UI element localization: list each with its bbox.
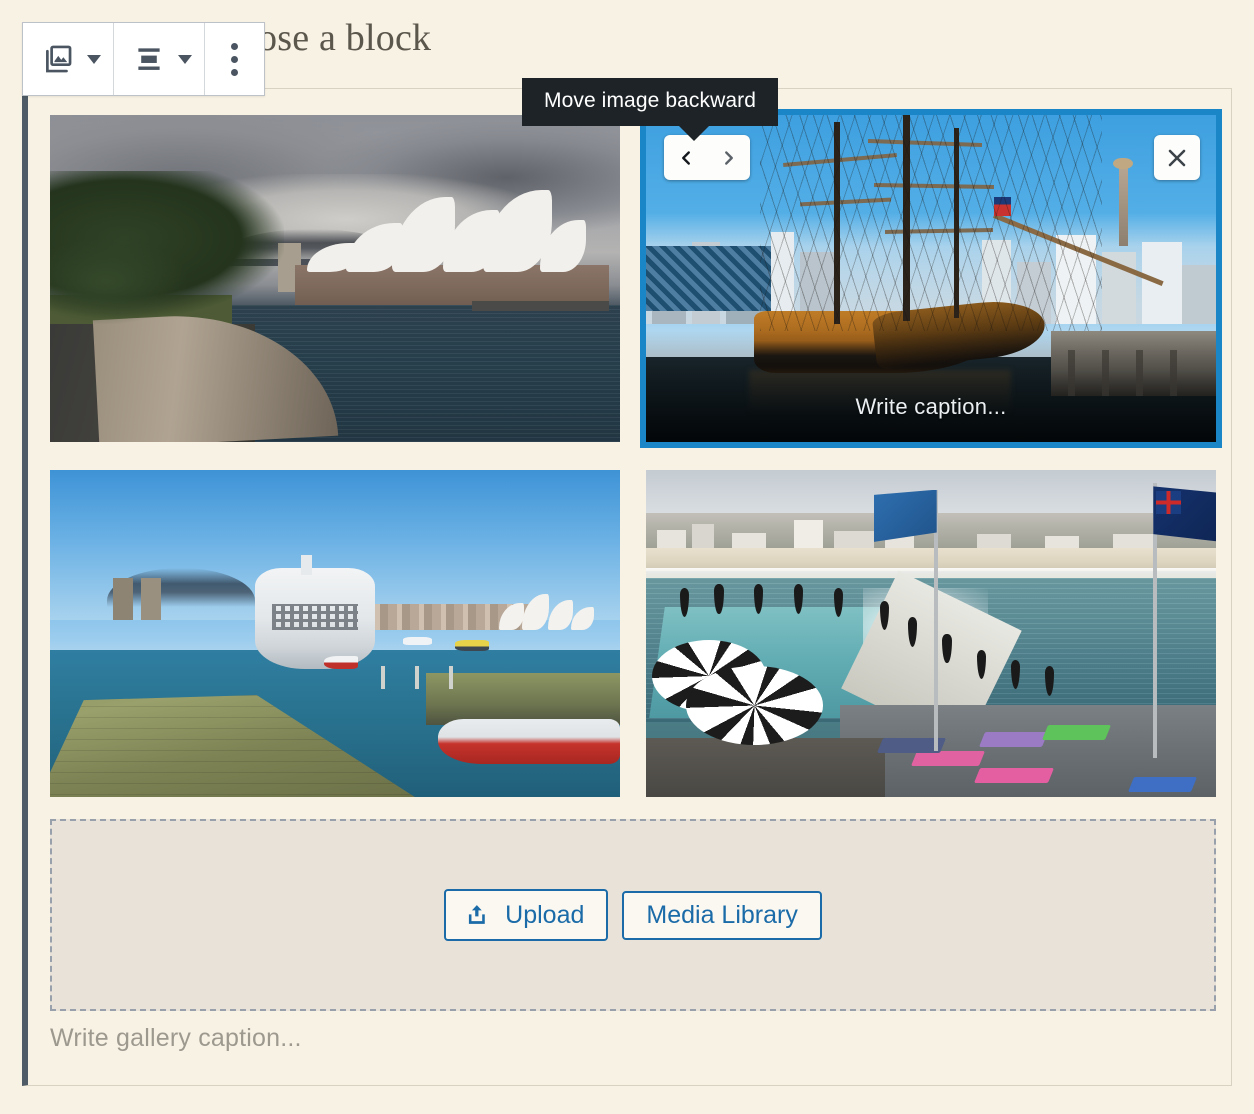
chevron-left-icon <box>681 150 690 165</box>
photo-bondi-icebergs <box>646 470 1216 797</box>
tooltip: Move image backward <box>522 78 778 141</box>
chevron-down-icon[interactable] <box>178 54 192 64</box>
gallery-image-item[interactable] <box>50 115 620 442</box>
move-image-forward-button[interactable] <box>707 135 750 180</box>
block-type-switcher[interactable] <box>23 23 114 95</box>
close-icon <box>1168 149 1186 166</box>
gallery-image-item-selected[interactable]: Write caption... <box>640 109 1222 448</box>
block-toolbar[interactable] <box>22 22 265 96</box>
image-caption-placeholder[interactable]: Write caption... <box>855 394 1006 420</box>
upload-button[interactable]: Upload <box>444 889 609 941</box>
gallery-block-inner: Write caption... Upload Media Library Wr… <box>28 89 1231 1085</box>
align-center-icon-button[interactable] <box>126 36 172 82</box>
gallery-image-item[interactable] <box>646 470 1216 797</box>
image-caption-overlay[interactable]: Write caption... <box>646 330 1216 442</box>
move-image-backward-button[interactable] <box>664 135 707 180</box>
gallery-caption-placeholder[interactable]: Write gallery caption... <box>50 1024 302 1053</box>
gallery-icon <box>46 45 72 73</box>
three-dots-vertical-icon[interactable] <box>217 33 252 86</box>
chevron-right-icon <box>724 150 733 165</box>
media-library-button[interactable]: Media Library <box>622 890 822 940</box>
media-library-button-label: Media Library <box>646 900 798 929</box>
photo-cruise-ship <box>50 470 620 797</box>
align-switcher[interactable] <box>114 23 205 95</box>
upload-icon <box>469 905 485 924</box>
photo-opera-house <box>50 115 620 442</box>
image-reorder-controls[interactable] <box>664 135 750 180</box>
media-dropzone[interactable]: Upload Media Library <box>50 819 1216 1011</box>
gallery-image-item[interactable] <box>50 470 620 797</box>
gallery-icon-button[interactable] <box>35 36 81 82</box>
chevron-down-icon[interactable] <box>87 54 101 64</box>
more-options-group[interactable] <box>205 23 264 95</box>
editor-canvas: r type / to choose a block <box>0 0 1254 1114</box>
align-center-icon <box>138 48 160 70</box>
upload-button-label: Upload <box>505 900 585 929</box>
remove-image-button[interactable] <box>1154 135 1200 180</box>
gallery-block[interactable]: Write caption... Upload Media Library Wr… <box>22 88 1232 1086</box>
gallery-grid: Write caption... <box>50 109 1222 797</box>
